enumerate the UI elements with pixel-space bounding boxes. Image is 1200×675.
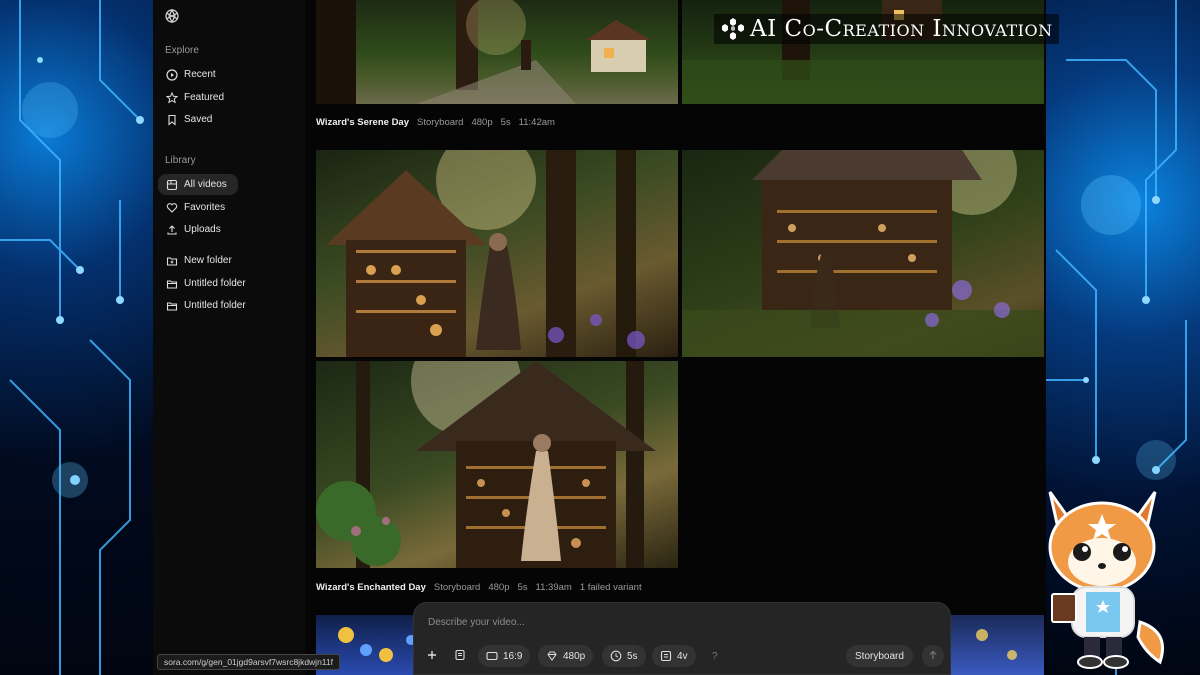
play-circle-icon [166, 68, 178, 81]
openai-logo-icon[interactable] [164, 8, 180, 24]
prompt-input[interactable]: Describe your video... [428, 617, 525, 628]
sidebar-item-uploads[interactable]: Uploads [158, 219, 238, 240]
arrow-up-icon [928, 650, 938, 663]
folder-icon [166, 300, 178, 312]
video-thumbnail[interactable] [682, 150, 1044, 357]
aspect-ratio-selector[interactable]: 16:9 [478, 645, 531, 667]
help-button[interactable]: ? [704, 645, 726, 667]
star-icon [166, 91, 178, 104]
sidebar-item-featured[interactable]: Featured [158, 87, 238, 108]
video-title: Wizard's Serene Day [316, 117, 409, 128]
sidebar-item-saved[interactable]: Saved [158, 109, 238, 130]
sidebar-item-label: Untitled folder [184, 300, 246, 311]
video-time: 11:42am [518, 117, 555, 128]
sidebar-item-all-videos[interactable]: All videos [158, 174, 238, 195]
aspect-ratio-value: 16:9 [503, 650, 523, 662]
sidebar-item-label: Uploads [184, 224, 221, 235]
explore-section-title: Explore [165, 45, 199, 56]
video-duration: 5s [517, 582, 528, 593]
diamond-icon [546, 650, 558, 662]
video-time: 11:39am [535, 582, 572, 593]
video-resolution: 480p [488, 582, 510, 593]
failed-variant-note: 1 failed variant [579, 582, 642, 593]
video-caption: Wizard's Serene Day Storyboard 480p 5s 11:42… [316, 117, 563, 128]
folder-icon [166, 278, 178, 290]
preset-button[interactable] [448, 645, 472, 667]
sidebar-item-label: Favorites [184, 202, 226, 213]
sidebar-item-label: New folder [184, 255, 232, 266]
sidebar-item-folder[interactable]: Untitled folder [158, 295, 258, 316]
video-thumbnail[interactable] [316, 0, 678, 104]
grid-icon [166, 179, 178, 191]
sidebar-item-new-folder[interactable]: New folder [158, 250, 258, 271]
storyboard-button[interactable]: Storyboard [846, 645, 913, 667]
add-button[interactable] [420, 645, 444, 667]
sidebar-item-label: Featured [184, 92, 225, 103]
sidebar-item-recent[interactable]: Recent [158, 64, 238, 85]
clock-icon [610, 650, 622, 662]
variants-value: 4v [677, 650, 688, 662]
overlay-title: AI Co-Creation Innovation [750, 16, 1053, 42]
sidebar-item-label: Untitled folder [184, 278, 246, 289]
prompt-composer: Describe your video... 16:9 480p 5s 4v ? [413, 602, 951, 675]
upload-icon [166, 224, 178, 236]
heart-icon [166, 202, 178, 214]
overlay-banner: AI Co-Creation Innovation [714, 14, 1059, 44]
new-folder-icon [166, 255, 178, 267]
sidebar-item-label: All videos [184, 179, 227, 190]
status-url: sora.com/g/gen_01jgd9arsvf7wsrc8jkdwjn11… [157, 654, 340, 670]
video-thumbnail[interactable] [316, 361, 678, 568]
resolution-value: 480p [563, 650, 586, 662]
variants-selector[interactable]: 4v [652, 645, 696, 667]
video-type: Storyboard [433, 582, 481, 593]
library-section-title: Library [165, 155, 196, 166]
video-thumbnail[interactable] [316, 150, 678, 357]
video-title: Wizard's Enchanted Day [316, 582, 426, 593]
sidebar-item-label: Saved [184, 114, 213, 125]
hexagon-cluster-icon [720, 16, 746, 42]
sidebar-item-favorites[interactable]: Favorites [158, 197, 238, 218]
document-icon [454, 649, 466, 664]
sidebar-item-folder[interactable]: Untitled folder [158, 273, 258, 294]
video-caption: Wizard's Enchanted Day Storyboard 480p 5s 11… [316, 582, 650, 593]
circuit-background-left [0, 0, 153, 675]
aspect-ratio-icon [486, 651, 498, 661]
variants-icon [660, 650, 672, 662]
submit-button[interactable] [922, 645, 944, 667]
video-duration: 5s [500, 117, 511, 128]
video-resolution: 480p [471, 117, 493, 128]
bookmark-icon [166, 114, 178, 126]
duration-selector[interactable]: 5s [602, 645, 646, 667]
video-type: Storyboard [417, 117, 464, 128]
duration-value: 5s [627, 650, 638, 662]
fox-mascot-image [1030, 482, 1175, 672]
plus-icon [426, 649, 438, 664]
sidebar-item-label: Recent [184, 69, 216, 80]
resolution-selector[interactable]: 480p [538, 645, 594, 667]
